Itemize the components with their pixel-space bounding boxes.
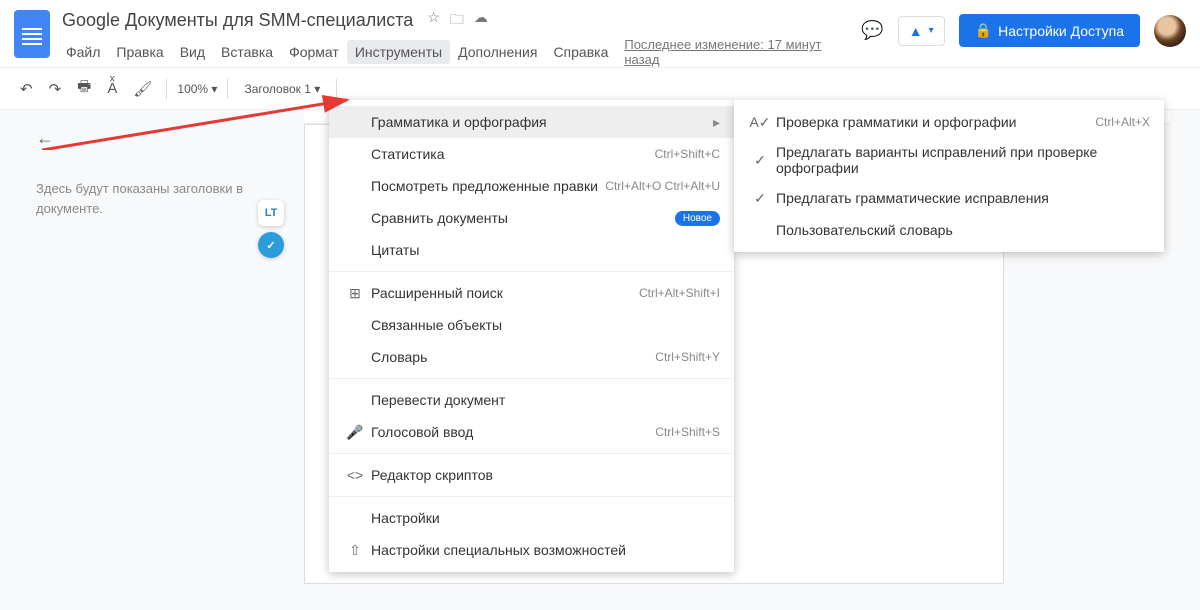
menu-item-icon: ✓ bbox=[748, 152, 772, 169]
spelling-item-2[interactable]: ✓Предлагать грамматические исправления bbox=[734, 182, 1164, 214]
tools-item-2[interactable]: Посмотреть предложенные правкиCtrl+Alt+O… bbox=[329, 170, 734, 202]
menu-edit[interactable]: Правка bbox=[108, 40, 171, 64]
user-avatar[interactable] bbox=[1154, 15, 1186, 47]
undo-icon[interactable]: ↶ bbox=[14, 76, 39, 102]
menu-file[interactable]: Файл bbox=[58, 40, 108, 64]
share-button[interactable]: 🔒 Настройки Доступа bbox=[959, 14, 1140, 47]
tools-item-15[interactable]: Настройки bbox=[329, 502, 734, 534]
menu-item-label: Голосовой ввод bbox=[367, 424, 655, 440]
menu-item-label: Цитаты bbox=[367, 242, 720, 258]
menu-item-icon: <> bbox=[343, 467, 367, 483]
tools-item-11[interactable]: 🎤Голосовой вводCtrl+Shift+S bbox=[329, 416, 734, 448]
menu-item-label: Проверка грамматики и орфографии bbox=[772, 114, 1095, 130]
menu-item-label: Грамматика и орфография bbox=[367, 114, 705, 130]
present-icon: ▲ bbox=[909, 23, 923, 39]
spellcheck-icon[interactable]: Aͯ bbox=[101, 76, 123, 101]
redo-icon[interactable]: ↷ bbox=[43, 76, 68, 102]
menu-shortcut: Ctrl+Alt+X bbox=[1095, 115, 1150, 129]
spelling-submenu: A✓Проверка грамматики и орфографииCtrl+A… bbox=[734, 100, 1164, 252]
menu-item-label: Настройки специальных возможностей bbox=[367, 542, 720, 558]
lock-icon: 🔒 bbox=[975, 22, 992, 39]
menu-view[interactable]: Вид bbox=[172, 40, 213, 64]
menu-item-label: Перевести документ bbox=[367, 392, 720, 408]
menu-item-label: Посмотреть предложенные правки bbox=[367, 178, 605, 194]
paint-format-icon[interactable]: 🖌 bbox=[127, 76, 158, 102]
menu-item-label: Словарь bbox=[367, 349, 655, 365]
menu-item-label: Статистика bbox=[367, 146, 655, 162]
tools-item-4[interactable]: Цитаты bbox=[329, 234, 734, 266]
tools-item-10[interactable]: Перевести документ bbox=[329, 384, 734, 416]
menu-format[interactable]: Формат bbox=[281, 40, 347, 64]
present-button[interactable]: ▲▾ bbox=[898, 16, 945, 46]
spelling-item-1[interactable]: ✓Предлагать варианты исправлений при про… bbox=[734, 138, 1164, 182]
menu-help[interactable]: Справка bbox=[545, 40, 616, 64]
tools-item-7[interactable]: Связанные объекты bbox=[329, 309, 734, 341]
star-icon[interactable]: ☆ bbox=[427, 9, 440, 33]
tools-item-16[interactable]: ⇧Настройки специальных возможностей bbox=[329, 534, 734, 566]
menu-item-icon: A✓ bbox=[748, 114, 772, 131]
app-header: Google Документы для SMM-специалиста ☆ 🗀… bbox=[0, 0, 1200, 67]
menu-item-label: Настройки bbox=[367, 510, 720, 526]
submenu-arrow-icon: ▸ bbox=[713, 114, 720, 131]
title-area: Google Документы для SMM-специалиста ☆ 🗀… bbox=[58, 8, 853, 67]
spelling-item-0[interactable]: A✓Проверка грамматики и орфографииCtrl+A… bbox=[734, 106, 1164, 138]
move-icon[interactable]: 🗀 bbox=[450, 9, 464, 33]
outline-collapse-icon[interactable]: ← bbox=[36, 128, 266, 149]
menu-item-label: Предлагать варианты исправлений при пров… bbox=[772, 144, 1150, 176]
tools-item-13[interactable]: <>Редактор скриптов bbox=[329, 459, 734, 491]
spelling-item-3[interactable]: Пользовательский словарь bbox=[734, 214, 1164, 246]
dropdown-caret-icon: ▾ bbox=[929, 25, 934, 36]
tools-dropdown: Грамматика и орфография▸СтатистикаCtrl+S… bbox=[329, 100, 734, 572]
last-edit-link[interactable]: Последнее изменение: 17 минут назад bbox=[624, 37, 853, 67]
menu-shortcut: Ctrl+Alt+Shift+I bbox=[639, 286, 720, 300]
menu-item-icon: ⇧ bbox=[343, 542, 367, 559]
menu-shortcut: Ctrl+Alt+O Ctrl+Alt+U bbox=[605, 179, 720, 193]
menu-shortcut: Ctrl+Shift+C bbox=[655, 147, 720, 161]
outline-placeholder: Здесь будут показаны заголовки в докумен… bbox=[36, 179, 266, 218]
zoom-dropdown[interactable]: 100% ▾ bbox=[175, 78, 219, 100]
docs-logo[interactable] bbox=[14, 10, 50, 58]
check-badge[interactable]: ✓ bbox=[258, 232, 284, 258]
menu-item-icon: ⊞ bbox=[343, 285, 367, 302]
menu-insert[interactable]: Вставка bbox=[213, 40, 281, 64]
tools-item-8[interactable]: СловарьCtrl+Shift+Y bbox=[329, 341, 734, 373]
menu-item-label: Расширенный поиск bbox=[367, 285, 639, 301]
menu-shortcut: Ctrl+Shift+Y bbox=[655, 350, 720, 364]
tools-item-3[interactable]: Сравнить документыНовое bbox=[329, 202, 734, 234]
menu-tools[interactable]: Инструменты bbox=[347, 40, 450, 64]
paragraph-style-dropdown[interactable]: Заголовок 1 ▾ bbox=[236, 78, 328, 100]
outline-panel: ← Здесь будут показаны заголовки в докум… bbox=[36, 128, 266, 218]
menu-item-label: Связанные объекты bbox=[367, 317, 720, 333]
tools-item-6[interactable]: ⊞Расширенный поискCtrl+Alt+Shift+I bbox=[329, 277, 734, 309]
print-icon[interactable]: 🖶 bbox=[71, 72, 97, 105]
menu-item-label: Предлагать грамматические исправления bbox=[772, 190, 1150, 206]
comments-icon[interactable]: 💬 bbox=[861, 20, 883, 41]
menu-item-label: Сравнить документы bbox=[367, 210, 675, 226]
menu-bar: Файл Правка Вид Вставка Формат Инструмен… bbox=[58, 37, 853, 67]
tools-item-0[interactable]: Грамматика и орфография ▸ bbox=[329, 106, 734, 138]
menu-item-icon: ✓ bbox=[748, 190, 772, 207]
menu-addons[interactable]: Дополнения bbox=[450, 40, 545, 64]
menu-item-label: Редактор скриптов bbox=[367, 467, 720, 483]
tools-item-1[interactable]: СтатистикаCtrl+Shift+C bbox=[329, 138, 734, 170]
share-label: Настройки Доступа bbox=[998, 23, 1124, 39]
new-badge: Новое bbox=[675, 211, 720, 226]
languagetool-badge[interactable]: LT bbox=[258, 200, 284, 226]
menu-item-icon: 🎤 bbox=[343, 424, 367, 441]
cloud-status-icon[interactable]: ☁ bbox=[474, 9, 488, 33]
menu-shortcut: Ctrl+Shift+S bbox=[655, 425, 720, 439]
document-title[interactable]: Google Документы для SMM-специалиста bbox=[58, 8, 417, 33]
menu-item-label: Пользовательский словарь bbox=[772, 222, 1150, 238]
